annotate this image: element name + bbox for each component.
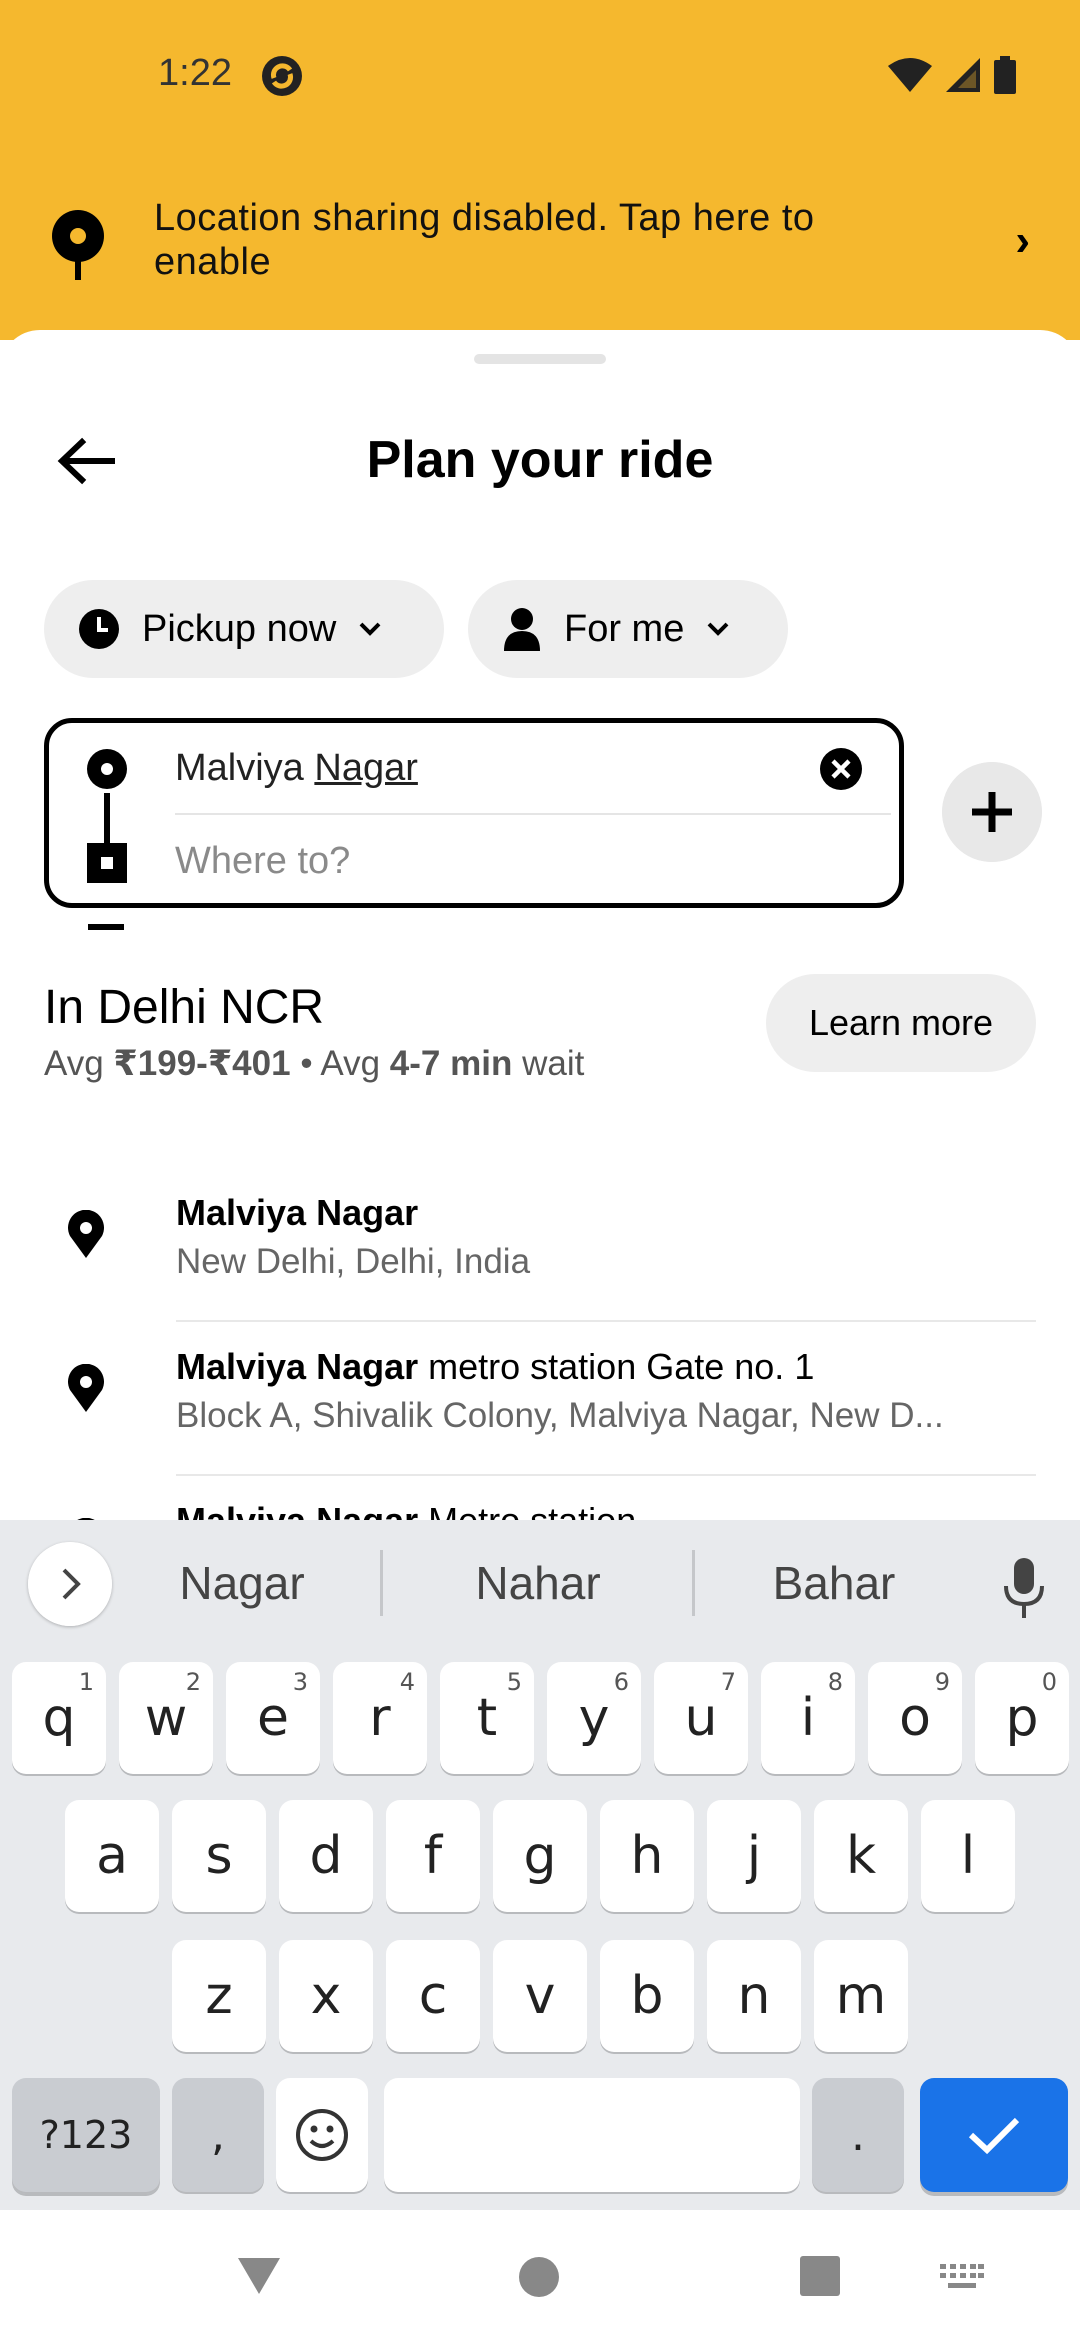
- space-key[interactable]: [384, 2078, 800, 2192]
- emoji-key[interactable]: [276, 2078, 368, 2192]
- banner-text: Location sharing disabled. Tap here to e…: [154, 197, 815, 283]
- emoji-icon: [296, 2109, 348, 2161]
- result-subtitle: New Delhi, Delhi, India: [176, 1242, 531, 1281]
- route-divider: [175, 813, 891, 815]
- page-title: Plan your ride: [366, 431, 714, 489]
- clock-icon: [79, 609, 119, 649]
- location-pin-icon: [68, 1364, 104, 1412]
- comma-key[interactable]: ,: [172, 2078, 264, 2192]
- sheet-drag-handle[interactable]: [474, 354, 606, 364]
- list-item[interactable]: Malviya Nagar metro station Gate no. 1 B…: [0, 1324, 1080, 1476]
- route-input-box: Malviya Nagar: [44, 718, 904, 908]
- pickup-dot-icon: [87, 749, 127, 789]
- result-subtitle: Block A, Shivalik Colony, Malviya Nagar,…: [176, 1396, 944, 1435]
- wait-label: wait: [522, 1044, 585, 1083]
- region-title: In Delhi NCR: [44, 981, 325, 1034]
- person-icon: [504, 608, 540, 651]
- wifi-icon: [888, 58, 932, 92]
- location-pin-icon: [68, 1210, 104, 1258]
- chevron-right-icon: ›: [1015, 216, 1030, 265]
- route-connector: [104, 793, 110, 845]
- app-notification-icon: [262, 56, 302, 96]
- pickup-time-chip[interactable]: Pickup now: [44, 580, 444, 678]
- pickup-location-field[interactable]: Malviya Nagar: [175, 747, 418, 790]
- nav-recents-icon[interactable]: [800, 2256, 840, 2296]
- location-sharing-banner[interactable]: Location sharing disabled. Tap here to e…: [0, 170, 1080, 330]
- learn-more-button[interactable]: Learn more: [766, 974, 1036, 1072]
- result-title: Malviya Nagar metro station Gate no. 1: [176, 1346, 815, 1387]
- divider: [176, 1320, 1036, 1322]
- avg-label-2: Avg: [320, 1044, 381, 1083]
- location-pin-icon: [52, 210, 104, 280]
- avg-label: Avg: [44, 1044, 104, 1083]
- pickup-word-2: Nagar: [314, 747, 418, 789]
- add-stop-button[interactable]: [942, 762, 1042, 862]
- status-time: 1:22: [158, 52, 232, 94]
- battery-icon: [994, 56, 1016, 94]
- divider: [176, 1474, 1036, 1476]
- price-range: ₹199-₹401: [113, 1044, 291, 1083]
- symbols-key[interactable]: ?123: [12, 2078, 160, 2192]
- chevron-down-icon: [707, 622, 729, 636]
- clear-icon[interactable]: [819, 747, 863, 791]
- nav-home-icon[interactable]: [518, 2256, 560, 2298]
- signal-icon: [946, 58, 980, 92]
- pickup-time-label: Pickup now: [142, 607, 337, 650]
- wait-time: 4-7 min: [389, 1044, 513, 1083]
- keyboard-switch-icon[interactable]: [940, 2264, 984, 2292]
- system-navigation-bar: [0, 2210, 1080, 2340]
- status-bar: 1:22: [0, 0, 1080, 150]
- separator-dot: •: [300, 1044, 313, 1083]
- pickup-word-1: Malviya: [175, 747, 304, 789]
- region-summary: Avg ₹199-₹401 • Avg 4-7 min wait: [44, 1044, 584, 1084]
- decorative-dash: [88, 924, 124, 930]
- destination-square-icon: [87, 843, 127, 883]
- rider-label: For me: [564, 607, 685, 650]
- destination-input[interactable]: [175, 833, 855, 889]
- period-key[interactable]: .: [812, 2078, 904, 2192]
- chevron-down-icon: [359, 622, 381, 636]
- list-item[interactable]: Malviya Nagar New Delhi, Delhi, India: [0, 1170, 1080, 1322]
- enter-key[interactable]: [920, 2078, 1068, 2192]
- plan-ride-sheet: Plan your ride Pickup now For me Malviya…: [0, 330, 1080, 1530]
- result-title: Malviya Nagar: [176, 1192, 419, 1233]
- nav-back-icon[interactable]: [236, 2256, 282, 2296]
- keyboard-bottom-keys: ?123 , .: [0, 1520, 1080, 2210]
- checkmark-icon: [968, 2117, 1020, 2155]
- status-icons: [888, 56, 1016, 94]
- rider-chip[interactable]: For me: [468, 580, 788, 678]
